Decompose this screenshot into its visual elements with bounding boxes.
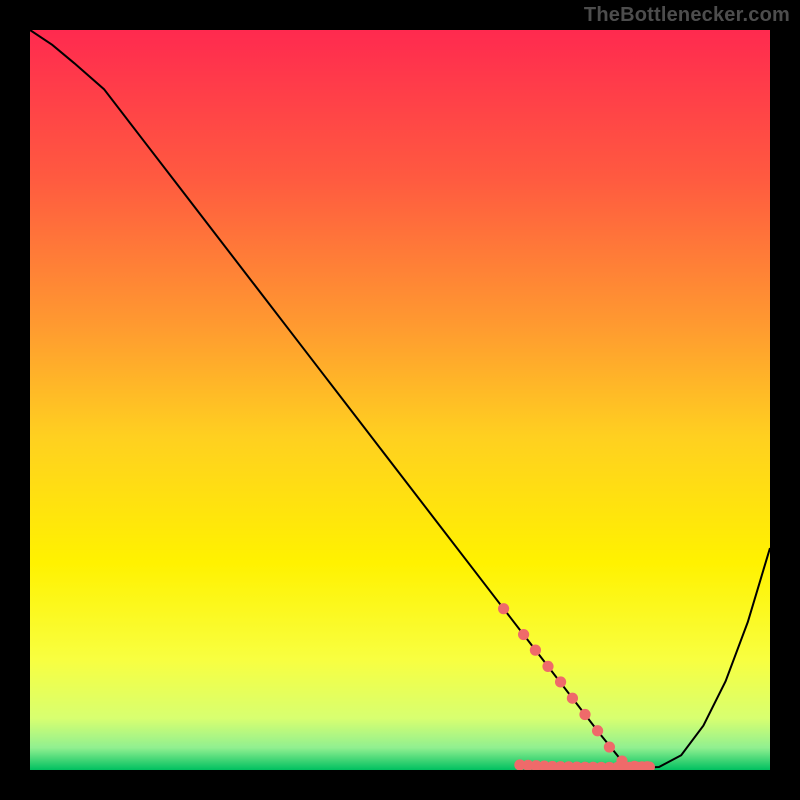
gradient-background xyxy=(30,30,770,770)
marker-dot xyxy=(555,676,566,687)
marker-dot xyxy=(567,693,578,704)
marker-dot xyxy=(498,603,509,614)
marker-dot xyxy=(530,645,541,656)
chart-frame: TheBottlenecker.com xyxy=(0,0,800,800)
plot-area xyxy=(30,30,770,770)
marker-dot xyxy=(518,629,529,640)
watermark-text: TheBottlenecker.com xyxy=(584,4,790,27)
chart-svg xyxy=(30,30,770,770)
marker-dot xyxy=(542,661,553,672)
marker-dot xyxy=(604,741,615,752)
marker-dot xyxy=(592,725,603,736)
marker-dot xyxy=(579,709,590,720)
